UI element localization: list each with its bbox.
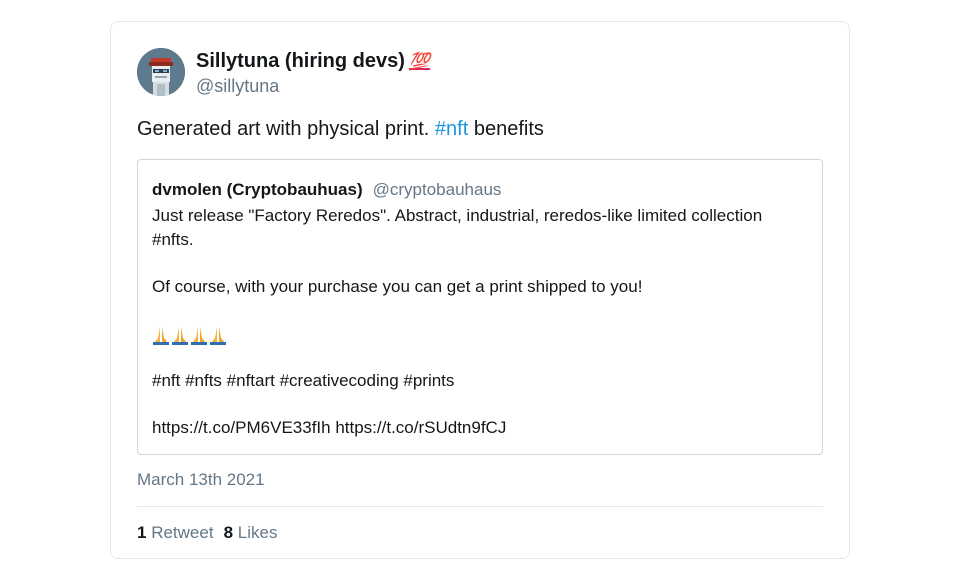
tweet-text-after: benefits [468, 118, 544, 140]
author-name-text: Sillytuna (hiring devs) [196, 50, 405, 72]
likes-label: Likes [237, 523, 278, 542]
likes-count: 8 [223, 523, 234, 542]
tweet-text-before: Generated art with physical print. [137, 118, 435, 140]
pixel-art-avatar-icon [137, 48, 185, 96]
divider [137, 506, 823, 507]
folded-hands-icon [153, 326, 169, 345]
author-handle[interactable]: @sillytuna [196, 75, 279, 97]
retweet-label: Retweet [151, 523, 214, 542]
quoted-handle: @cryptobauhaus [372, 180, 502, 199]
tweet-text: Generated art with physical print. #nft … [137, 116, 544, 142]
tweet-card: Sillytuna (hiring devs) 💯 @sillytuna Gene… [110, 21, 850, 559]
tweet-stats: 1 Retweet 8 Likes [137, 522, 277, 544]
quoted-emoji-line [152, 322, 802, 346]
author-display-name[interactable]: Sillytuna (hiring devs) 💯 [196, 48, 430, 75]
quoted-line-1: Just release "Factory Reredos". Abstract… [152, 206, 763, 249]
avatar[interactable] [137, 48, 185, 96]
quoted-display-name: dvmolen (Cryptobauhuas) [152, 180, 363, 199]
hundred-points-icon: 💯 [408, 52, 431, 72]
retweets-stat[interactable]: 1 Retweet [137, 523, 214, 542]
quoted-author: dvmolen (Cryptobauhuas) @cryptobauhaus [152, 179, 501, 201]
likes-stat[interactable]: 8 Likes [224, 523, 278, 542]
hashtag-link[interactable]: #nft [435, 118, 468, 140]
tweet-date[interactable]: March 13th 2021 [137, 469, 265, 491]
quoted-hashtags: #nft #nfts #nftart #creativecoding #prin… [152, 371, 455, 391]
folded-hands-icon [210, 326, 226, 345]
folded-hands-icon [172, 326, 188, 345]
retweet-count: 1 [137, 523, 147, 542]
quoted-line-2: Of course, with your purchase you can ge… [152, 276, 643, 296]
folded-hands-icon [191, 326, 207, 345]
quoted-links: https://t.co/PM6VE33fIh https://t.co/rSU… [152, 418, 507, 438]
quoted-body: Just release "Factory Reredos". Abstract… [152, 204, 802, 440]
folded-hands-icon [152, 323, 227, 346]
quoted-tweet[interactable]: dvmolen (Cryptobauhuas) @cryptobauhaus Ju… [137, 159, 823, 455]
